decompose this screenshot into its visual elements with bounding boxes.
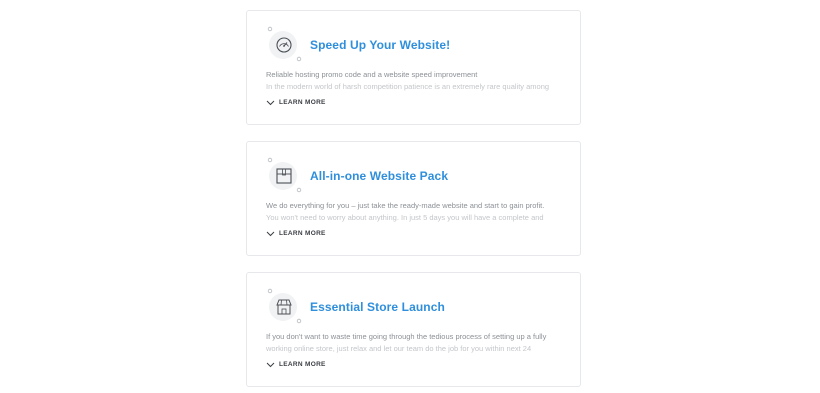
card-description: Reliable hosting promo code and a websit… [266, 69, 566, 93]
card-description: We do everything for you – just take the… [266, 200, 566, 224]
card-title: All-in-one Website Pack [310, 169, 449, 183]
card-title: Speed Up Your Website! [310, 38, 451, 52]
description-line-faded: working online store, just relax and let… [266, 344, 532, 353]
chevron-down-icon [266, 231, 275, 236]
store-icon [266, 288, 302, 324]
description-line-faded: In the modern world of harsh competition… [266, 82, 550, 91]
box-icon [266, 157, 302, 193]
page: Speed Up Your Website! Reliable hosting … [0, 0, 820, 393]
offer-card-website-pack: All-in-one Website Pack We do everything… [246, 141, 581, 256]
card-description: If you don't want to waste time going th… [266, 331, 566, 355]
description-line: If you don't want to waste time going th… [266, 332, 547, 341]
learn-more-link[interactable]: LEARN MORE [266, 99, 326, 106]
learn-more-link[interactable]: LEARN MORE [266, 230, 326, 237]
card-title: Essential Store Launch [310, 300, 445, 314]
description-line: Reliable hosting promo code and a websit… [266, 70, 478, 79]
learn-more-link[interactable]: LEARN MORE [266, 361, 326, 368]
description-line: We do everything for you – just take the… [266, 201, 545, 210]
offer-card-speed-up: Speed Up Your Website! Reliable hosting … [246, 10, 581, 125]
learn-more-label: LEARN MORE [279, 230, 326, 237]
chevron-down-icon [266, 362, 275, 367]
offer-card-store-launch: Essential Store Launch If you don't want… [246, 272, 581, 387]
description-line-faded: You won't need to worry about anything. … [266, 213, 544, 222]
learn-more-label: LEARN MORE [279, 99, 326, 106]
chevron-down-icon [266, 100, 275, 105]
speedometer-icon [266, 26, 302, 62]
learn-more-label: LEARN MORE [279, 361, 326, 368]
